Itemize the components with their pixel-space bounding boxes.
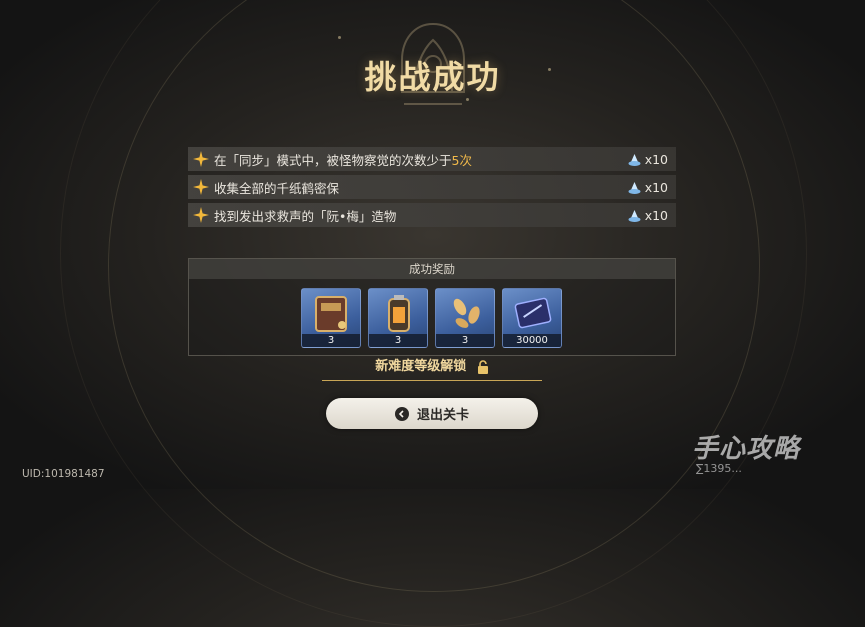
goal-row: 找到发出求救声的「阮•梅」造物 x10 bbox=[188, 203, 676, 227]
star-icon bbox=[188, 179, 214, 195]
user-id: UID:101981487 bbox=[22, 468, 105, 480]
seeds-icon bbox=[453, 298, 480, 328]
watermark-logo: 手心攻略 ∑1395... bbox=[692, 426, 862, 484]
goal-reward: x10 bbox=[627, 152, 668, 167]
star-icon bbox=[188, 207, 214, 223]
difficulty-unlock: 新难度等级解锁 bbox=[322, 356, 542, 381]
page-title: 挑战成功 bbox=[364, 58, 501, 96]
reward-qty: 30000 bbox=[503, 334, 561, 347]
reward-qty: 3 bbox=[436, 334, 494, 347]
exit-stage-button[interactable]: 退出关卡 bbox=[326, 398, 538, 429]
reward-item[interactable]: 3 bbox=[435, 288, 495, 348]
crystal-icon bbox=[628, 209, 641, 222]
sparkle bbox=[338, 36, 341, 39]
goal-reward: x10 bbox=[627, 180, 668, 195]
reward-item[interactable]: 3 bbox=[368, 288, 428, 348]
goal-text: 收集全部的千纸鹤密保 bbox=[214, 180, 340, 196]
star-icon bbox=[188, 151, 214, 167]
crystal-icon bbox=[628, 153, 641, 166]
goal-row: 在「同步」模式中，被怪物察觉的次数少于5次 x10 bbox=[188, 147, 676, 171]
goal-text: 在「同步」模式中，被怪物察觉的次数少于5次 bbox=[214, 152, 472, 168]
rewards-header: 成功奖励 bbox=[189, 259, 675, 279]
reward-qty: 3 bbox=[369, 334, 427, 347]
unlock-text: 新难度等级解锁 bbox=[375, 359, 467, 374]
exit-stage-label: 退出关卡 bbox=[416, 408, 469, 423]
reward-item[interactable]: 3 bbox=[301, 288, 361, 348]
unlock-icon bbox=[477, 359, 488, 374]
sparkle bbox=[466, 98, 469, 101]
exit-icon bbox=[394, 406, 409, 421]
goal-reward: x10 bbox=[627, 208, 668, 223]
card-icon bbox=[514, 297, 552, 329]
watermark-text: 手心攻略 bbox=[692, 434, 801, 464]
reward-qty: 3 bbox=[302, 334, 360, 347]
goal-text: 找到发出求救声的「阮•梅」造物 bbox=[214, 208, 397, 224]
crystal-icon bbox=[628, 181, 641, 194]
rewards-panel: 成功奖励 3 3 3 30000 bbox=[188, 258, 676, 356]
battery-icon bbox=[388, 295, 410, 332]
reward-item[interactable]: 30000 bbox=[502, 288, 562, 348]
watermark-subtext: ∑1395... bbox=[696, 462, 742, 475]
reward-items: 3 3 3 30000 bbox=[301, 288, 562, 348]
goal-row: 收集全部的千纸鹤密保 x10 bbox=[188, 175, 676, 199]
book-icon bbox=[315, 296, 347, 332]
